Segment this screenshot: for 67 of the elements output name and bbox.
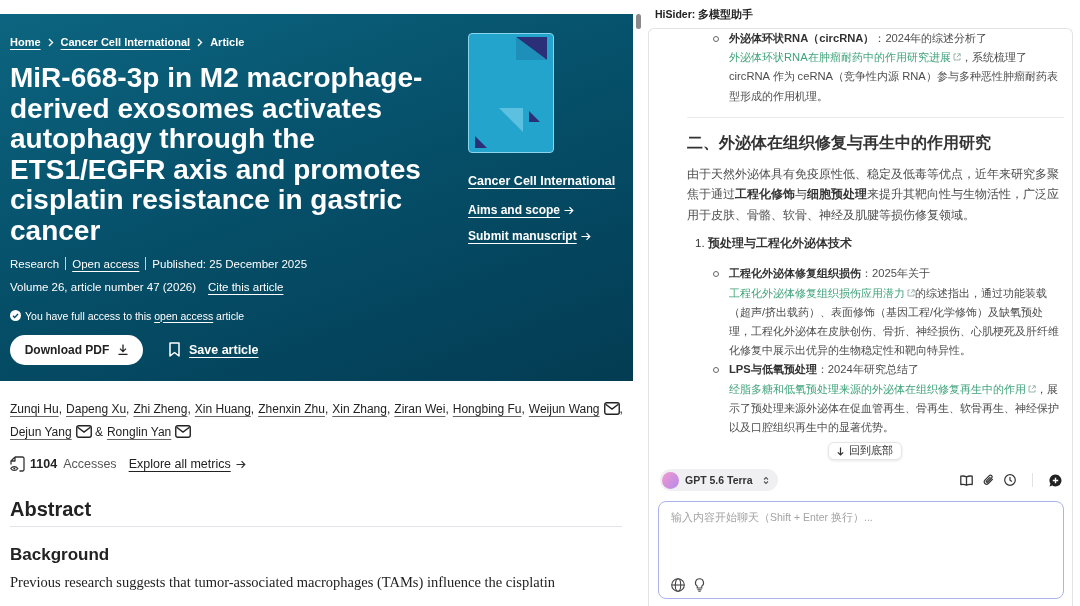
external-link-icon	[952, 53, 961, 62]
meta-link[interactable]: Open access	[72, 257, 140, 270]
abstract-heading: Abstract	[10, 497, 93, 522]
abstract-paragraph: Previous research suggests that tumor-associated macrophages (TAMs) influence the cisplatin	[10, 573, 556, 592]
list-item-text: 外泌体环状RNA（circRNA）：2024年的综述分析了 外泌体环状RNA在肿瘤耐药中的作用研究进展 ，系统梳理了 circRNA 作为 ceRNA（竞争性内源 RNA）参与多种恶性肿瘤耐药表型形成的作用机理。	[729, 31, 1059, 104]
scrollbar-thumb[interactable]	[636, 14, 641, 29]
save-article-button[interactable]: Save article	[169, 342, 259, 358]
book-icon[interactable]	[960, 474, 973, 486]
external-link-icon	[907, 288, 915, 297]
clock-icon[interactable]	[1004, 474, 1016, 486]
author-link[interactable]: Xin Zhang	[332, 402, 387, 416]
meta-text: Research	[10, 257, 60, 270]
list-number: 1.	[695, 236, 705, 252]
cite-link[interactable]: Cite this article	[208, 280, 284, 293]
list-item-text: LPS与低氧预处理：2024年研究总结了 经脂多糖和低氧预处理来源的外泌体在组织修复再生中的作用 ，展示了预处理来源外泌体在促血管再生、骨再生、软骨再生、神经保护以及口腔组织再生中的显著优势。	[729, 362, 1060, 435]
updown-caret-icon	[762, 475, 769, 485]
section-heading: 二、外泌体在组织修复与再生中的作用研究	[687, 132, 992, 153]
list-item-heading: 预处理与工程化外泌体技术	[707, 236, 852, 252]
arrow-right-icon	[235, 459, 246, 469]
paragraph-text: 由于天然外泌体具有免疫原性低、稳定及低毒等优点，近年来研究多聚焦于通过工程化修饰与细胞预处理来提升其靶向性与生物活性，广泛应用于皮肤、骨骼、软骨、神经及肌腱等损伤修复领域。	[687, 165, 1060, 223]
mail-icon[interactable]	[603, 402, 620, 415]
paperclip-icon[interactable]	[983, 474, 994, 486]
chat-input-field[interactable]: 输入内容开始聊天（Shift + Enter 换行）...	[671, 510, 1051, 578]
journal-name-link[interactable]: Cancer Cell International	[468, 171, 616, 191]
explore-metrics-link[interactable]: Explore all metrics	[128, 457, 246, 471]
author-link[interactable]: Xin Huang	[194, 402, 251, 416]
access-count: 1104	[30, 457, 58, 471]
download-icon	[118, 344, 129, 356]
open-access-link[interactable]: open access	[154, 309, 214, 322]
arrow-right-icon	[564, 205, 575, 215]
list-item-text: 工程化外泌体修复组织损伤：2025年关于 工程化外泌体修复组织损伤应用潜力 的综述指出，通过功能装载（超声/挤出载药）、表面修饰（基因工程/化学修饰）及缺氧预处理，工程化外泌体在皮肤创伤、骨折、神经损伤、心肌梗死及肝纤维化修复中展示出优异的生物稳定性和靶向特异性。	[729, 266, 1060, 359]
mail-icon[interactable]	[175, 425, 192, 438]
model-avatar-icon	[662, 471, 679, 489]
chat-composer[interactable]: 输入内容开始聊天（Shift + Enter 换行）...	[658, 501, 1064, 599]
article-title: MiR-668-3p in M2 macrophage-derived exosomes activates autophagy through the ETS1/EGFR axis and promotes cisplatin resistance in gastric cancer	[10, 63, 424, 247]
panel-title: HiSider: 多模型助手	[654, 7, 754, 22]
author-link[interactable]: Zunqi Hu	[10, 402, 59, 416]
journal-page-link[interactable]: Submit manuscript	[468, 228, 591, 244]
author-link[interactable]: Dejun Yang	[10, 425, 72, 439]
breadcrumb-link[interactable]: Home	[10, 36, 41, 48]
journal-page-link[interactable]: Aims and scope	[468, 202, 575, 218]
mail-icon[interactable]	[75, 425, 92, 438]
check-circle-icon	[10, 310, 21, 322]
author-list: Zunqi Hu, Dapeng Xu, Zhi Zheng, Xin Huang, Zhenxin Zhu, Xin Zhang, Ziran Wei, Hongbing Fu, Weijun Wang , Dejun Yang & Ronglin Yan	[10, 398, 632, 444]
download-pdf-button[interactable]: Download PDF	[10, 334, 143, 365]
arrow-right-icon	[580, 231, 591, 241]
accesses-label: Accesses	[63, 457, 117, 471]
author-link[interactable]: Ronglin Yan	[106, 425, 172, 439]
breadcrumb-current: Article	[210, 36, 245, 48]
chevron-icon	[197, 37, 204, 47]
document-eye-icon	[10, 456, 25, 472]
bookmark-icon	[169, 342, 180, 358]
model-selector[interactable]: GPT 5.6 Terra	[660, 469, 778, 491]
breadcrumb-link[interactable]: Cancer Cell International	[60, 36, 191, 48]
access-notice: You have full access to this open access article	[25, 309, 245, 322]
author-link[interactable]: Weijun Wang	[528, 402, 600, 416]
bulb-icon[interactable]	[694, 578, 705, 592]
globe-icon[interactable]	[671, 578, 685, 592]
scroll-to-bottom-button[interactable]: 回到底部	[828, 442, 902, 460]
new-chat-icon[interactable]	[1049, 473, 1062, 487]
external-link-icon	[1028, 384, 1036, 393]
author-link[interactable]: Zhenxin Zhu	[258, 402, 325, 416]
volume-info: Volume 26, article number 47 (2026)	[10, 280, 197, 293]
meta-text: Published: 25 December 2025	[152, 257, 308, 270]
arrow-down-icon	[837, 446, 844, 456]
chevron-icon	[47, 37, 54, 47]
section-heading: Background	[10, 544, 111, 566]
